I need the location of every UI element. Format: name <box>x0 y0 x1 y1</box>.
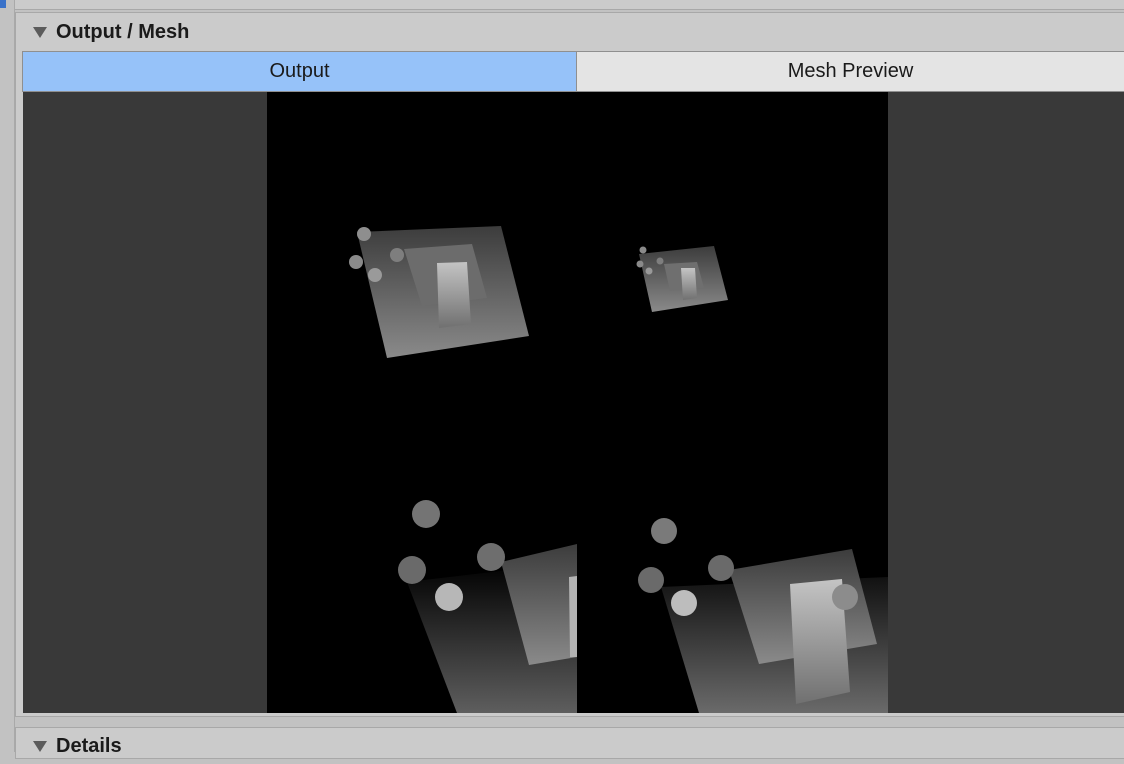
output-mesh-foldout-header[interactable]: Output / Mesh <box>16 13 1124 51</box>
tab-output[interactable]: Output <box>23 52 577 91</box>
output-tabs: Output Mesh Preview <box>22 51 1124 92</box>
output-mesh-panel: Output / Mesh Output Mesh Preview <box>15 12 1124 717</box>
tab-mesh-preview[interactable]: Mesh Preview <box>577 52 1124 91</box>
details-panel: Details <box>15 727 1124 759</box>
triangle-down-icon[interactable] <box>33 740 47 752</box>
previous-panel-edge <box>15 0 1124 10</box>
scene-bottom-right <box>638 518 888 713</box>
output-render-image <box>267 92 888 713</box>
triangle-down-icon[interactable] <box>33 26 47 38</box>
output-viewport <box>23 92 1124 713</box>
details-title: Details <box>56 734 122 757</box>
output-mesh-title: Output / Mesh <box>56 20 190 43</box>
scene-top-left <box>349 226 529 358</box>
scene-top-right <box>636 246 728 312</box>
left-rail <box>0 0 15 752</box>
details-foldout-header[interactable]: Details <box>16 728 1124 764</box>
render-image-svg <box>349 226 888 713</box>
scene-bottom-left <box>398 500 577 713</box>
selection-accent <box>0 0 6 8</box>
